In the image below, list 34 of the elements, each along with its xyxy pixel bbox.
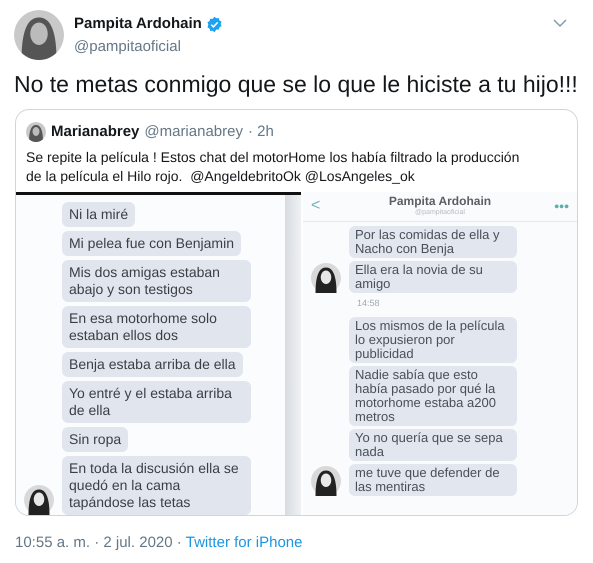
more-label: ••• bbox=[553, 196, 569, 216]
chat-bubble: Nadie sabía que esto había pasado por qué la motorhome estaba a200 metros bbox=[349, 366, 517, 426]
chat-bubble: Yo entré y el estaba arriba de ella bbox=[62, 380, 251, 422]
author-handle[interactable]: @pampitaoficial bbox=[74, 36, 223, 58]
quote-text: Se repite la película ! Estos chat del motorHome los había filtrado la producción de la película el Hilo rojo. @AngeldebritoOk @LosAngeles_ok bbox=[25, 148, 520, 186]
chat-bubble: Los mismos de la película lo expusieron por publicidad bbox=[349, 317, 517, 363]
tweet-timestamp[interactable]: 10:55 a. m. · 2 jul. 2020 · bbox=[15, 532, 182, 554]
avatar bbox=[14, 10, 64, 60]
tweet-text: No te metas conmigo que se lo que le hiciste a tu hijo!!! bbox=[13, 70, 579, 98]
chat-title: Pampita Ardohain bbox=[388, 195, 492, 208]
chat-avatar bbox=[24, 484, 54, 514]
chat-avatar bbox=[311, 466, 341, 496]
chat-bubble: Mi pelea fue con Benjamin bbox=[62, 230, 241, 256]
chat-bubble: En esa motorhome solo estaban ellos dos bbox=[62, 306, 251, 348]
back-label: < bbox=[311, 196, 322, 216]
quote-author-name: Marianabrey bbox=[51, 122, 140, 142]
source-link[interactable]: Twitter for iPhone bbox=[186, 532, 302, 554]
author-name[interactable]: Pampita Ardohain bbox=[74, 13, 202, 36]
chat-avatar bbox=[311, 262, 341, 292]
chat-time: 14:58 bbox=[357, 296, 380, 310]
quoted-tweet-card[interactable] bbox=[15, 109, 578, 516]
quote-author-handle: @marianabrey bbox=[144, 122, 243, 142]
chat-bubble: Ni la miré bbox=[62, 202, 136, 226]
chat-bubble: me tuve que defender de las mentiras bbox=[349, 464, 517, 496]
chat-bubble: Mis dos amigas estaban abajo y son testigos bbox=[62, 260, 251, 302]
chevron-down-icon[interactable] bbox=[553, 18, 567, 28]
quote-time: · 2h bbox=[248, 122, 274, 142]
quote-avatar bbox=[26, 122, 46, 142]
chat-bubble: En toda la discusión ella se quedó en la cama tapándose las tetas bbox=[62, 456, 251, 514]
chat-bubble: Benja estaba arriba de ella bbox=[62, 352, 243, 376]
chat-bubble: Sin ropa bbox=[62, 426, 128, 452]
chat-bubble: Ella era la novia de su amigo bbox=[349, 260, 517, 292]
chat-bubble: Por las comidas de ella y Nacho con Benja bbox=[349, 226, 517, 258]
chat-bubble: Yo no quería que se sepa nada bbox=[349, 429, 517, 461]
